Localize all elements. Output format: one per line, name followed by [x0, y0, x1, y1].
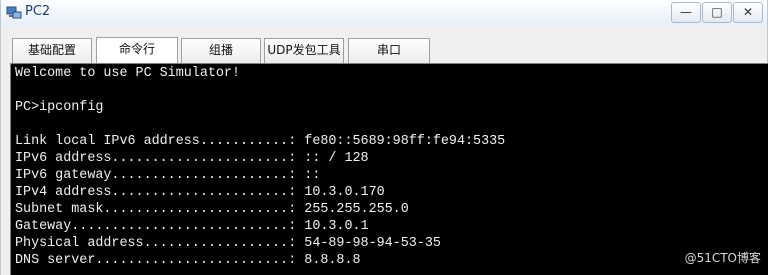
terminal-line: Gateway...........................: 10.3…: [15, 219, 369, 234]
terminal-line: Subnet mask.......................: 255.…: [15, 202, 409, 217]
command-line-terminal[interactable]: Welcome to use PC Simulator! PC>ipconfig…: [10, 63, 768, 275]
tab-multicast[interactable]: 组播: [181, 38, 261, 63]
pc-simulator-icon: [6, 6, 22, 19]
terminal-line: IPv6 gateway......................: ::: [15, 168, 321, 183]
tab-strip: 基础配置 命令行 组播 UDP发包工具 串口: [1, 26, 767, 64]
tab-udp-tool[interactable]: UDP发包工具: [264, 38, 344, 63]
terminal-line: IPv6 address......................: :: /…: [15, 151, 369, 166]
watermark: @51CTO博客: [684, 251, 761, 265]
close-button[interactable]: ✕: [733, 2, 763, 23]
terminal-line: PC>ipconfig: [15, 100, 104, 115]
terminal-line: Welcome to use PC Simulator!: [15, 66, 240, 81]
window-title: PC2: [25, 4, 51, 19]
app-window: PC2 — □ ✕ 基础配置 命令行 组播 UDP发包工具 串口 Welcome…: [0, 0, 768, 275]
tab-basic-config[interactable]: 基础配置: [12, 38, 92, 63]
terminal-line: IPv4 address......................: 10.3…: [15, 185, 385, 200]
tab-command-line[interactable]: 命令行: [96, 37, 178, 64]
minimize-button[interactable]: —: [671, 2, 701, 23]
terminal-line: DNS server........................: 8.8.…: [15, 253, 361, 268]
terminal-line: Link local IPv6 address...........: fe80…: [15, 134, 506, 149]
terminal-line: Physical address..................: 54-8…: [15, 236, 441, 251]
title-bar[interactable]: PC2 — □ ✕: [1, 0, 767, 27]
tab-serial-port[interactable]: 串口: [348, 38, 430, 63]
maximize-button[interactable]: □: [702, 2, 732, 23]
